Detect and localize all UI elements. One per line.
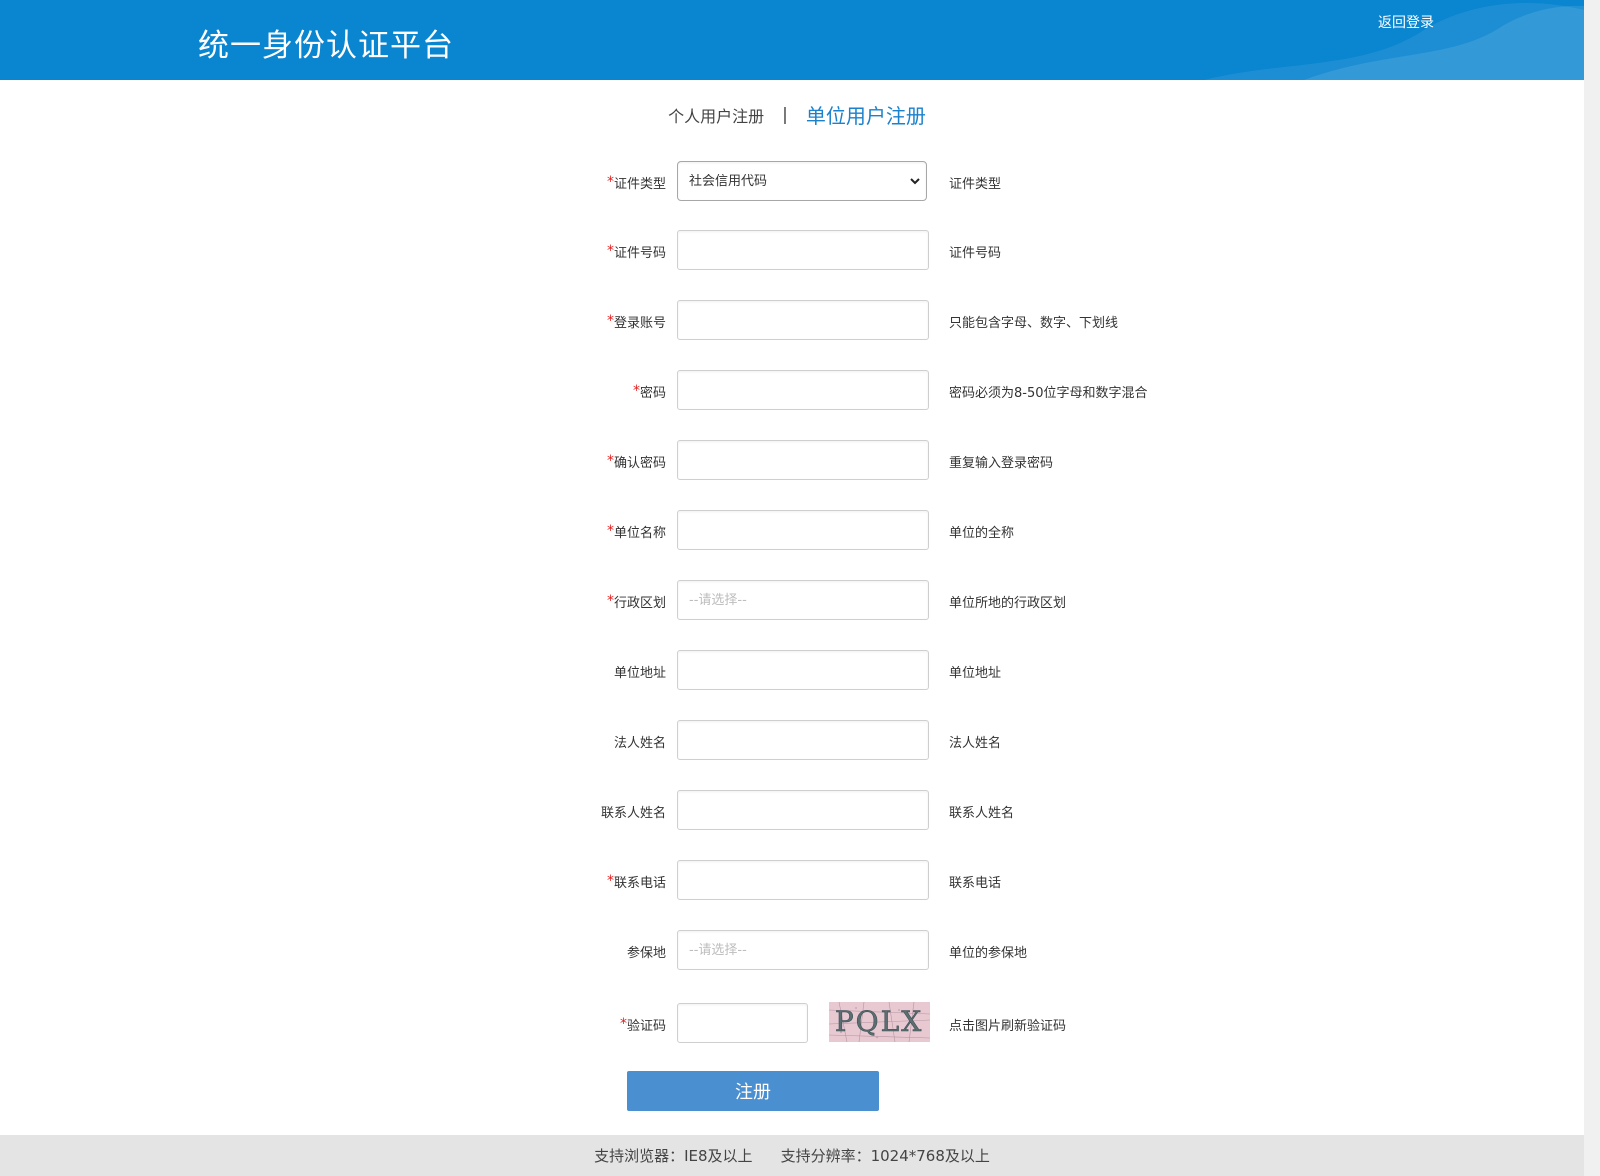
footer-browser-support: 支持浏览器：IE8及以上 bbox=[594, 1147, 753, 1165]
legal-person-input[interactable] bbox=[677, 720, 929, 760]
required-mark: * bbox=[606, 873, 614, 889]
cert-type-label: * 证件类型 bbox=[606, 174, 666, 192]
form-row-cert-no: * 证件号码 证件号码 bbox=[0, 230, 1584, 272]
contact-name-label: 联系人姓名 bbox=[600, 805, 666, 821]
captcha-hint: 点击图片刷新验证码 bbox=[949, 1018, 1067, 1034]
page: 统一身份认证平台 返回登录 个人用户注册 | 单位用户注册 * 证件类型 社会信… bbox=[0, 0, 1584, 1176]
region-label: * 行政区划 bbox=[606, 593, 666, 611]
form-row-password: * 密码 密码必须为8-50位字母和数字混合 bbox=[0, 370, 1584, 412]
required-mark: * bbox=[606, 313, 614, 329]
tab-personal-register[interactable]: 个人用户注册 bbox=[668, 103, 764, 127]
captcha-image[interactable]: PQLX bbox=[829, 1002, 930, 1042]
site-title: 统一身份认证平台 bbox=[198, 28, 454, 64]
unit-address-input[interactable] bbox=[677, 650, 929, 690]
required-mark: * bbox=[606, 453, 614, 469]
footer-resolution-support: 支持分辨率：1024*768及以上 bbox=[780, 1147, 990, 1165]
confirm-password-label: * 确认密码 bbox=[606, 453, 666, 471]
required-mark: * bbox=[619, 1016, 627, 1032]
form-row-insured-place: 参保地 单位的参保地 bbox=[0, 930, 1584, 972]
contact-name-input[interactable] bbox=[677, 790, 929, 830]
contact-name-hint: 联系人姓名 bbox=[949, 805, 1015, 821]
captcha-text: PQLX bbox=[835, 1005, 923, 1038]
scrollbar-track[interactable] bbox=[1584, 0, 1600, 1176]
insured-place-picker[interactable] bbox=[677, 930, 929, 970]
contact-phone-label: * 联系电话 bbox=[606, 873, 666, 891]
confirm-password-input[interactable] bbox=[677, 440, 929, 480]
required-mark: * bbox=[632, 383, 640, 399]
region-hint: 单位所地的行政区划 bbox=[949, 595, 1067, 611]
unit-name-hint: 单位的全称 bbox=[949, 525, 1015, 541]
required-mark: * bbox=[606, 174, 614, 190]
form-row-contact-name: 联系人姓名 联系人姓名 bbox=[0, 790, 1584, 832]
header-bar: 统一身份认证平台 返回登录 bbox=[0, 0, 1584, 80]
unit-name-input[interactable] bbox=[677, 510, 929, 550]
region-picker[interactable] bbox=[677, 580, 929, 620]
required-mark: * bbox=[606, 243, 614, 259]
required-mark: * bbox=[606, 523, 614, 539]
chevron-down-icon bbox=[910, 178, 920, 185]
insured-place-hint: 单位的参保地 bbox=[949, 945, 1028, 961]
cert-type-hint: 证件类型 bbox=[949, 176, 1002, 192]
header-wave-decoration bbox=[1204, 2, 1584, 80]
cert-no-hint: 证件号码 bbox=[949, 245, 1002, 261]
form-row-confirm-password: * 确认密码 重复输入登录密码 bbox=[0, 440, 1584, 482]
captcha-input[interactable] bbox=[677, 1003, 808, 1043]
unit-address-label: 单位地址 bbox=[613, 665, 666, 681]
form-row-cert-type: * 证件类型 社会信用代码 证件类型 bbox=[0, 161, 1584, 203]
unit-address-hint: 单位地址 bbox=[949, 665, 1002, 681]
unit-name-label: * 单位名称 bbox=[606, 523, 666, 541]
form-row-captcha: * 验证码 PQLX 点击图片刷新验证码 bbox=[0, 1002, 1584, 1045]
register-tabs: 个人用户注册 | 单位用户注册 bbox=[0, 100, 1584, 129]
form-row-unit-name: * 单位名称 单位的全称 bbox=[0, 510, 1584, 552]
account-hint: 只能包含字母、数字、下划线 bbox=[949, 315, 1119, 331]
form-row-account: * 登录账号 只能包含字母、数字、下划线 bbox=[0, 300, 1584, 342]
tab-unit-register[interactable]: 单位用户注册 bbox=[806, 100, 926, 129]
tab-separator: | bbox=[782, 104, 788, 125]
password-label: * 密码 bbox=[632, 383, 666, 401]
form-row-legal-person: 法人姓名 法人姓名 bbox=[0, 720, 1584, 762]
contact-phone-input[interactable] bbox=[677, 860, 929, 900]
password-hint: 密码必须为8-50位字母和数字混合 bbox=[949, 385, 1148, 401]
account-label: * 登录账号 bbox=[606, 313, 666, 331]
confirm-password-hint: 重复输入登录密码 bbox=[949, 455, 1054, 471]
captcha-label: * 验证码 bbox=[619, 1016, 666, 1034]
back-to-login-link[interactable]: 返回登录 bbox=[1378, 12, 1434, 32]
password-input[interactable] bbox=[677, 370, 929, 410]
account-input[interactable] bbox=[677, 300, 929, 340]
cert-no-label: * 证件号码 bbox=[606, 243, 666, 261]
footer: 支持浏览器：IE8及以上 支持分辨率：1024*768及以上 bbox=[0, 1135, 1584, 1176]
legal-person-label: 法人姓名 bbox=[613, 735, 666, 751]
form-row-contact-phone: * 联系电话 联系电话 bbox=[0, 860, 1584, 902]
cert-type-select[interactable]: 社会信用代码 bbox=[677, 161, 927, 201]
insured-place-label: 参保地 bbox=[626, 945, 666, 961]
form-row-region: * 行政区划 单位所地的行政区划 bbox=[0, 580, 1584, 622]
required-mark: * bbox=[606, 593, 614, 609]
register-submit-button[interactable]: 注册 bbox=[627, 1071, 879, 1111]
cert-no-input[interactable] bbox=[677, 230, 929, 270]
legal-person-hint: 法人姓名 bbox=[949, 735, 1002, 751]
contact-phone-hint: 联系电话 bbox=[949, 875, 1002, 891]
form-row-unit-address: 单位地址 单位地址 bbox=[0, 650, 1584, 692]
